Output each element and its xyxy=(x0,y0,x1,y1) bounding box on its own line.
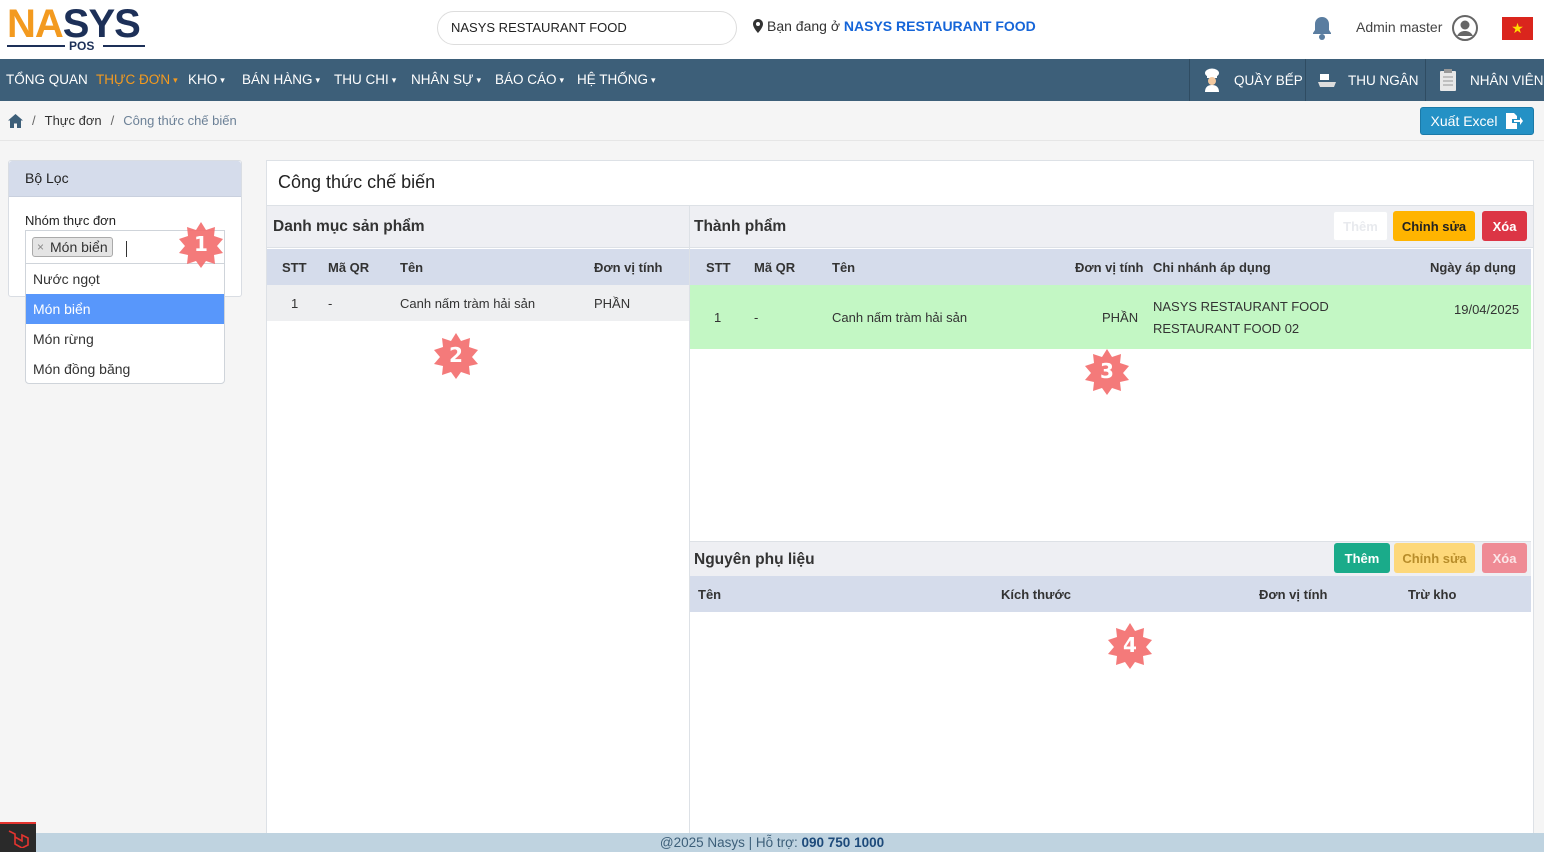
user-avatar-icon[interactable] xyxy=(1452,15,1478,41)
nav-thu-ngan[interactable]: THU NGÂN xyxy=(1305,59,1425,101)
selected-tag: × Món biển xyxy=(32,237,113,257)
caret-down-icon: ▾ xyxy=(559,75,565,85)
breadcrumb-bar: / Thực đơn / Công thức chế biến xyxy=(0,101,1544,141)
map-pin-icon xyxy=(753,19,763,33)
menu-group-dropdown: Nước ngọt Món biển Món rừng Món đồng băn… xyxy=(25,263,225,384)
finished-product-section: Thành phẩm Thêm Chỉnh sửa Xóa STT Mã QR … xyxy=(690,205,1533,841)
add-finished-button[interactable]: Thêm xyxy=(1333,211,1388,241)
badge-label: 3 xyxy=(1100,359,1114,383)
support-phone[interactable]: 090 750 1000 xyxy=(802,835,885,850)
delete-finished-button[interactable]: Xóa xyxy=(1482,211,1527,241)
clipboard-icon xyxy=(1440,69,1456,91)
page-title: Công thức chế biến xyxy=(278,172,436,192)
nav-nhan-su[interactable]: NHÂN SỰ ▾ xyxy=(411,59,481,101)
chef-icon xyxy=(1205,68,1219,92)
export-excel-button[interactable]: Xuất Excel xyxy=(1420,107,1534,135)
finished-table-header: STT Mã QR Tên Đơn vị tính Chi nhánh áp d… xyxy=(690,249,1531,285)
caret-down-icon: ▾ xyxy=(315,75,321,85)
dropdown-option-highlighted[interactable]: Món biển xyxy=(26,294,224,324)
add-ingredient-button[interactable]: Thêm xyxy=(1334,543,1390,573)
logo-text-ys: YS xyxy=(88,2,140,46)
cashier-icon xyxy=(1318,74,1336,87)
nav-kho[interactable]: KHO ▾ xyxy=(188,59,225,101)
annotation-badge-2: 2 xyxy=(434,333,478,379)
nav-tong-quan[interactable]: TỔNG QUAN xyxy=(6,59,88,101)
dropdown-option[interactable]: Món đồng băng xyxy=(26,354,224,384)
laravel-debugbar-icon[interactable] xyxy=(0,822,36,852)
location-prefix: Bạn đang ở xyxy=(767,18,841,34)
nasys-logo[interactable]: NASYS POS xyxy=(7,2,147,53)
finished-product-title: Thành phẩm xyxy=(694,218,787,235)
nav-thu-chi[interactable]: THU CHI ▾ xyxy=(334,59,396,101)
vietnam-flag-icon[interactable]: ★ xyxy=(1502,17,1533,40)
filter-title: Bộ Lọc xyxy=(9,161,241,197)
table-row[interactable]: 1 - Canh nấm tràm hải sản PHẦN xyxy=(267,285,689,321)
admin-name[interactable]: Admin master xyxy=(1356,19,1442,35)
home-icon[interactable] xyxy=(8,113,23,128)
text-cursor xyxy=(126,241,127,257)
nav-quay-bep[interactable]: QUẦY BẾP xyxy=(1189,59,1305,101)
nav-thuc-don[interactable]: THỰC ĐƠN ▾ xyxy=(96,59,178,101)
edit-finished-button[interactable]: Chỉnh sửa xyxy=(1393,211,1475,241)
breadcrumb-current: Công thức chế biến xyxy=(123,113,237,128)
dropdown-option[interactable]: Nước ngọt xyxy=(26,264,224,294)
delete-ingredient-button[interactable]: Xóa xyxy=(1482,543,1527,573)
nav-bao-cao[interactable]: BÁO CÁO ▾ xyxy=(495,59,564,101)
dropdown-option[interactable]: Món rừng xyxy=(26,324,224,354)
top-header: NASYS POS NASYS RESTAURANT FOOD Bạn đang… xyxy=(0,0,1544,59)
annotation-badge-3: 3 xyxy=(1085,349,1129,395)
product-table-header: STT Mã QR Tên Đơn vị tính xyxy=(267,249,689,285)
badge-label: 4 xyxy=(1123,633,1137,657)
table-row-selected[interactable]: 1 - Canh nấm tràm hải sản PHẦN NASYS RES… xyxy=(690,285,1531,349)
menu-group-label: Nhóm thực đơn xyxy=(25,213,116,228)
annotation-badge-4: 4 xyxy=(1108,623,1152,669)
remove-tag-icon[interactable]: × xyxy=(37,238,44,256)
ingredient-table-header: Tên Kích thước Đơn vị tính Trừ kho xyxy=(690,576,1531,612)
ingredient-title: Nguyên phụ liệu xyxy=(694,551,815,568)
location-name: NASYS RESTAURANT FOOD xyxy=(843,18,1036,34)
export-file-icon xyxy=(1506,113,1524,129)
product-category-section: Danh mục sản phẩm STT Mã QR Tên Đơn vị t… xyxy=(267,205,690,841)
caret-down-icon: ▾ xyxy=(391,75,397,85)
breadcrumb-thuc-don[interactable]: Thực đơn xyxy=(45,113,102,128)
footer: @2025 Nasys | Hỗ trợ: 090 750 1000 xyxy=(0,833,1544,852)
product-category-title: Danh mục sản phẩm xyxy=(273,218,425,235)
caret-down-icon: ▾ xyxy=(220,75,225,85)
logo-text-na: NA xyxy=(7,2,64,46)
branch-search-input[interactable]: NASYS RESTAURANT FOOD xyxy=(437,11,737,45)
edit-ingredient-button[interactable]: Chỉnh sửa xyxy=(1394,543,1475,573)
nav-nhan-vien[interactable]: NHÂN VIÊN xyxy=(1425,59,1544,101)
breadcrumb: / Thực đơn / Công thức chế biến xyxy=(8,113,237,128)
caret-down-icon: ▾ xyxy=(173,75,178,85)
main-nav: TỔNG QUAN THỰC ĐƠN ▾ KHO ▾ BÁN HÀNG ▾ THU C… xyxy=(0,59,1544,101)
badge-label: 2 xyxy=(449,343,463,367)
badge-label: 1 xyxy=(194,232,208,256)
current-location: Bạn đang ở NASYS RESTAURANT FOOD xyxy=(753,18,1036,34)
logo-subtext: POS xyxy=(69,39,95,53)
notification-bell-icon[interactable] xyxy=(1310,15,1334,41)
annotation-badge-1: 1 xyxy=(179,222,223,268)
nav-ban-hang[interactable]: BÁN HÀNG ▾ xyxy=(242,59,320,101)
caret-down-icon: ▾ xyxy=(651,75,656,85)
main-panel: Công thức chế biến Danh mục sản phẩm STT… xyxy=(266,160,1534,841)
caret-down-icon: ▾ xyxy=(476,75,482,85)
nav-he-thong[interactable]: HỆ THỐNG ▾ xyxy=(577,59,656,101)
